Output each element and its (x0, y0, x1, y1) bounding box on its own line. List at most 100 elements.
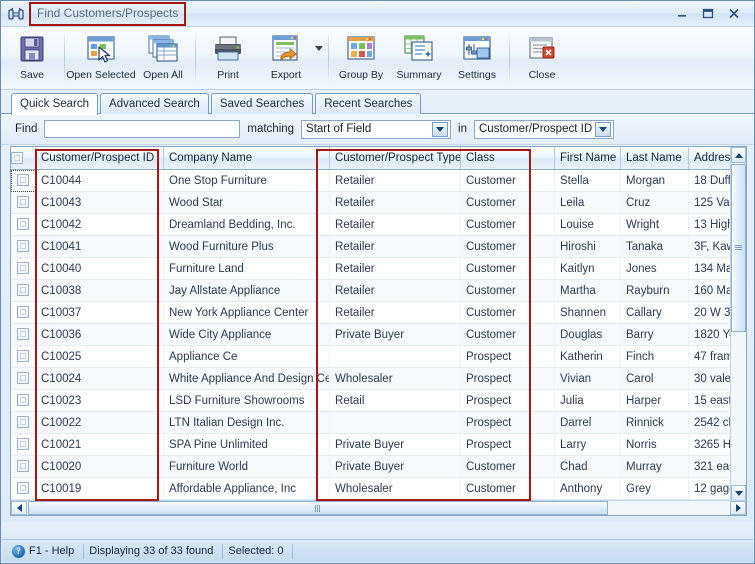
row-checkbox[interactable] (17, 438, 29, 450)
table-row[interactable]: C10023 LSD Furniture Showrooms Retail Prosp… (11, 389, 746, 412)
printer-icon (212, 32, 244, 66)
horizontal-scrollbar[interactable] (11, 500, 746, 515)
cell-customer-prospect-id: C10025 (35, 345, 164, 368)
row-select-cell[interactable] (11, 367, 36, 390)
table-row[interactable]: C10036 Wide City Appliance Private Buyer Cu… (11, 323, 746, 346)
row-checkbox[interactable] (17, 262, 29, 274)
matching-mode-dropdown[interactable]: Start of Field (301, 119, 452, 139)
vertical-scroll-thumb[interactable] (731, 164, 746, 332)
row-select-cell[interactable] (11, 433, 36, 456)
export-button[interactable]: Export (257, 27, 315, 89)
settings-button[interactable]: Settings (448, 27, 506, 89)
row-checkbox[interactable] (17, 240, 29, 252)
export-dropdown-arrow-icon[interactable] (315, 45, 323, 51)
column-header-last-name[interactable]: Last Name (620, 147, 689, 170)
chevron-down-icon[interactable] (595, 121, 611, 137)
scroll-up-button[interactable] (731, 147, 746, 163)
column-header-company-name[interactable]: Company Name (163, 147, 330, 170)
window-controls (674, 7, 750, 21)
row-select-cell[interactable] (11, 411, 36, 434)
row-select-cell[interactable] (11, 389, 36, 412)
select-all-checkbox[interactable] (11, 151, 23, 164)
tab-recent-searches[interactable]: Recent Searches (315, 93, 422, 114)
row-checkbox[interactable] (17, 460, 29, 472)
table-row[interactable]: C10042 Dreamland Bedding, Inc. Retailer Cus… (11, 213, 746, 236)
column-header-customer-prospect-id[interactable]: Customer/Prospect ID (35, 147, 164, 170)
open-all-button[interactable]: Open All (134, 27, 192, 89)
cell-last-name: Jones (620, 257, 689, 280)
row-select-cell[interactable] (11, 191, 36, 214)
table-row[interactable]: C10043 Wood Star Retailer Customer Leila Cruz… (11, 191, 746, 214)
row-checkbox[interactable] (17, 284, 29, 296)
row-checkbox[interactable] (17, 218, 29, 230)
select-all-header[interactable] (11, 147, 36, 170)
table-row[interactable]: C10021 SPA Pine Unlimited Private Buyer Pro… (11, 433, 746, 456)
table-row[interactable]: C10025 Appliance Ce Prospect Katherin Finch 4… (11, 345, 746, 368)
search-tabs: Quick Search Advanced Search Saved Searc… (1, 92, 754, 115)
cell-class: Customer (460, 477, 555, 500)
close-button[interactable]: Close (513, 27, 571, 89)
cell-customer-prospect-type: Private Buyer (329, 433, 461, 456)
row-select-cell[interactable] (11, 455, 36, 478)
scroll-down-button[interactable] (731, 485, 746, 501)
row-checkbox[interactable] (17, 416, 29, 428)
cell-first-name: Katherin (554, 345, 621, 368)
row-select-cell[interactable] (11, 323, 36, 346)
row-checkbox[interactable] (17, 372, 29, 384)
row-select-cell[interactable] (11, 235, 36, 258)
summary-button[interactable]: Summary (390, 27, 448, 89)
open-selected-button[interactable]: Open Selected (66, 27, 136, 89)
row-select-cell[interactable] (11, 301, 36, 324)
cell-first-name: Vivian (554, 367, 621, 390)
scroll-right-button[interactable] (730, 501, 746, 515)
search-input[interactable] (44, 120, 241, 138)
vertical-scrollbar[interactable] (730, 147, 746, 501)
row-checkbox[interactable] (17, 394, 29, 406)
row-select-cell[interactable] (11, 279, 36, 302)
table-row[interactable]: C10044 One Stop Furniture Retailer Customer… (11, 169, 746, 192)
row-checkbox[interactable] (17, 328, 29, 340)
table-row[interactable]: C10041 Wood Furniture Plus Retailer Custome… (11, 235, 746, 258)
chevron-down-icon[interactable] (432, 121, 449, 137)
row-select-cell[interactable] (11, 345, 36, 368)
cell-customer-prospect-id: C10041 (35, 235, 164, 258)
table-row[interactable]: C10024 White Appliance And Design Cen Whol… (11, 367, 746, 390)
table-row[interactable]: C10038 Jay Allstate Appliance Retailer Cust… (11, 279, 746, 302)
search-field-dropdown[interactable]: Customer/Prospect ID (474, 119, 614, 139)
cell-last-name: Carol (620, 367, 689, 390)
tab-advanced-search[interactable]: Advanced Search (100, 93, 209, 114)
horizontal-scroll-thumb[interactable] (28, 501, 608, 515)
cell-company-name: Wood Furniture Plus (163, 235, 330, 258)
table-row[interactable]: C10040 Furniture Land Retailer Customer Kait… (11, 257, 746, 280)
help-status-item[interactable]: ? F1 - Help (9, 543, 85, 559)
tab-saved-searches[interactable]: Saved Searches (210, 93, 314, 114)
group-by-button[interactable]: Group By (332, 27, 390, 89)
save-button[interactable]: Save (3, 27, 61, 89)
scroll-left-button[interactable] (11, 501, 27, 515)
table-row[interactable]: C10037 New York Appliance Center Retailer C… (11, 301, 746, 324)
row-select-cell[interactable] (11, 213, 36, 236)
cell-customer-prospect-id: C10044 (35, 169, 164, 192)
column-header-first-name[interactable]: First Name (554, 147, 621, 170)
table-row[interactable]: C10019 Affordable Appliance, Inc Wholesale… (11, 477, 746, 500)
table-row[interactable]: C10020 Furniture World Private Buyer Custom… (11, 455, 746, 478)
column-header-customer-prospect-type[interactable]: Customer/Prospect Type (329, 147, 461, 170)
row-checkbox[interactable] (17, 350, 29, 362)
maximize-icon[interactable] (700, 7, 716, 21)
row-select-cell[interactable] (11, 169, 36, 192)
tab-quick-search[interactable]: Quick Search (11, 93, 99, 115)
row-select-cell[interactable] (11, 257, 36, 280)
cell-customer-prospect-type: Private Buyer (329, 455, 461, 478)
table-row[interactable]: C10022 LTN Italian Design Inc. Prospect Dar… (11, 411, 746, 434)
cell-customer-prospect-id: C10040 (35, 257, 164, 280)
row-select-cell[interactable] (11, 477, 36, 500)
row-checkbox[interactable] (17, 196, 29, 208)
row-checkbox[interactable] (17, 174, 29, 186)
minimize-icon[interactable] (674, 7, 690, 21)
close-icon[interactable] (726, 7, 742, 21)
row-checkbox[interactable] (17, 306, 29, 318)
cell-customer-prospect-type (329, 345, 461, 368)
row-checkbox[interactable] (17, 482, 29, 494)
print-button[interactable]: Print (199, 27, 257, 89)
column-header-class[interactable]: Class (460, 147, 555, 170)
